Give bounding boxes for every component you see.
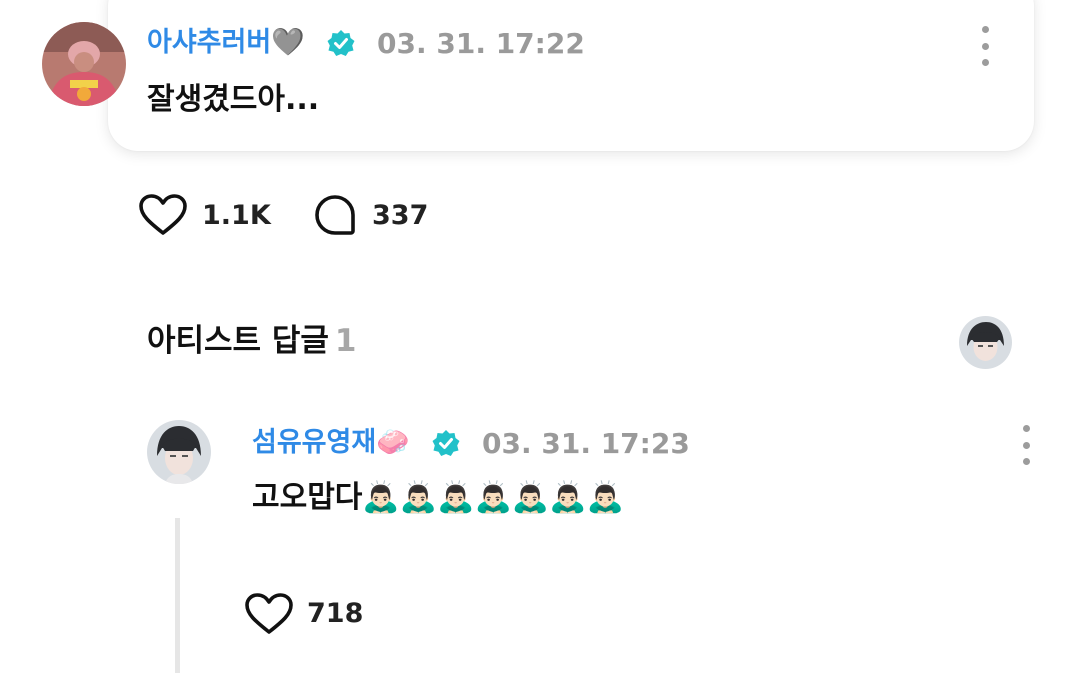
post-author-avatar[interactable] <box>42 22 126 106</box>
heart-icon[interactable] <box>244 592 294 636</box>
reply-author-avatar[interactable] <box>147 420 211 484</box>
reply-like-count: 718 <box>307 598 364 629</box>
artist-replies-count: 1 <box>334 323 357 359</box>
reply-timestamp: 03. 31. 17:23 <box>482 427 690 460</box>
artist-replies-label: 아티스트 답글 <box>147 323 329 359</box>
reply-author-name[interactable]: 섬유유영재🧼 <box>252 429 410 456</box>
post-like-count: 1.1K <box>202 200 271 231</box>
post-text: 잘생겼드아... <box>147 82 320 117</box>
artist-replies-title: 아티스트 답글 1 <box>147 326 357 357</box>
artist-avatar-small[interactable] <box>959 316 1012 369</box>
reply-text: 고오맙다🙇🏻‍♂️🙇🏻‍♂️🙇🏻‍♂️🙇🏻‍♂️🙇🏻‍♂️🙇🏻‍♂️🙇🏻‍♂️ <box>252 480 624 515</box>
post-timestamp: 03. 31. 17:22 <box>377 27 585 60</box>
post-card <box>108 0 1034 151</box>
verified-badge-icon <box>432 430 460 456</box>
page: 아샤추러버🩶 03. 31. 17:22 잘생겼드아... 1.1K 337 아… <box>0 0 1080 673</box>
reply-thread-line <box>175 518 180 673</box>
post-comment-count: 337 <box>372 200 429 231</box>
heart-icon[interactable] <box>138 193 188 237</box>
reply-more-icon[interactable] <box>1014 425 1038 465</box>
post-author-name[interactable]: 아샤추러버🩶 <box>147 29 305 56</box>
verified-badge-icon <box>327 30 355 56</box>
post-more-icon[interactable] <box>973 26 997 66</box>
speech-bubble-icon[interactable] <box>314 194 356 236</box>
